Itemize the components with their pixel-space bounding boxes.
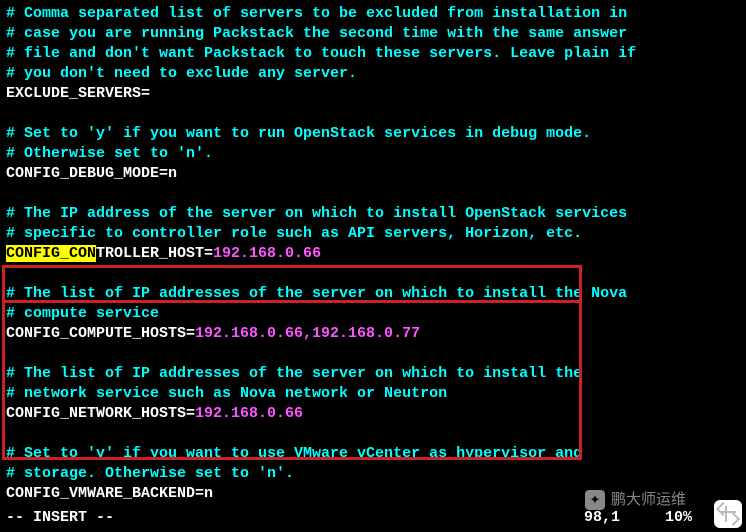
vim-mode-indicator: -- INSERT -- — [6, 508, 114, 528]
comment-line: # specific to controller role such as AP… — [6, 225, 582, 242]
comment-line: # storage. Otherwise set to 'n'. — [6, 465, 294, 482]
comment-line: # you don't need to exclude any server. — [6, 65, 357, 82]
comment-line: # The list of IP addresses of the server… — [6, 365, 582, 382]
comment-line: # compute service — [6, 305, 159, 322]
watermark: ✦ 鹏大师运维 — [585, 490, 686, 510]
config-value-controller-host: 192.168.0.66 — [213, 245, 321, 262]
vim-cursor-position: 98,1 — [584, 508, 620, 528]
comment-line: # Set to 'y' if you want to run OpenStac… — [6, 125, 591, 142]
comment-line: # The list of IP addresses of the server… — [6, 285, 627, 302]
wechat-icon: ✦ — [585, 490, 605, 510]
comment-line: # file and don't want Packstack to touch… — [6, 45, 636, 62]
overlay-icon — [714, 500, 742, 528]
comment-line: # case you are running Packstack the sec… — [6, 25, 627, 42]
comment-line: # The IP address of the server on which … — [6, 205, 627, 222]
config-value-compute-hosts: 192.168.0.66,192.168.0.77 — [195, 325, 420, 342]
config-key-exclude-servers: EXCLUDE_SERVERS= — [6, 85, 150, 102]
config-value-network-hosts: 192.168.0.66 — [195, 405, 303, 422]
watermark-text: 鹏大师运维 — [611, 490, 686, 510]
vim-status-bar: -- INSERT -- 98,1 10% — [6, 508, 740, 528]
comment-line: # Comma separated list of servers to be … — [6, 5, 627, 22]
vim-file-percent: 10% — [665, 508, 692, 528]
config-key-debug-mode: CONFIG_DEBUG_MODE= — [6, 165, 168, 182]
config-value-debug-mode: n — [168, 165, 177, 182]
search-highlight: CONFIG_CON — [6, 245, 96, 262]
terminal-editor[interactable]: # Comma separated list of servers to be … — [6, 4, 740, 504]
config-key-network-hosts: CONFIG_NETWORK_HOSTS= — [6, 405, 195, 422]
comment-line: # network service such as Nova network o… — [6, 385, 447, 402]
comment-line: # Set to 'y' if you want to use VMware v… — [6, 445, 582, 462]
comment-line: # Otherwise set to 'n'. — [6, 145, 213, 162]
config-value-vmware-backend: n — [204, 485, 213, 502]
config-key-compute-hosts: CONFIG_COMPUTE_HOSTS= — [6, 325, 195, 342]
config-key-vmware-backend: CONFIG_VMWARE_BACKEND= — [6, 485, 204, 502]
config-key-controller-host: TROLLER_HOST= — [96, 245, 213, 262]
